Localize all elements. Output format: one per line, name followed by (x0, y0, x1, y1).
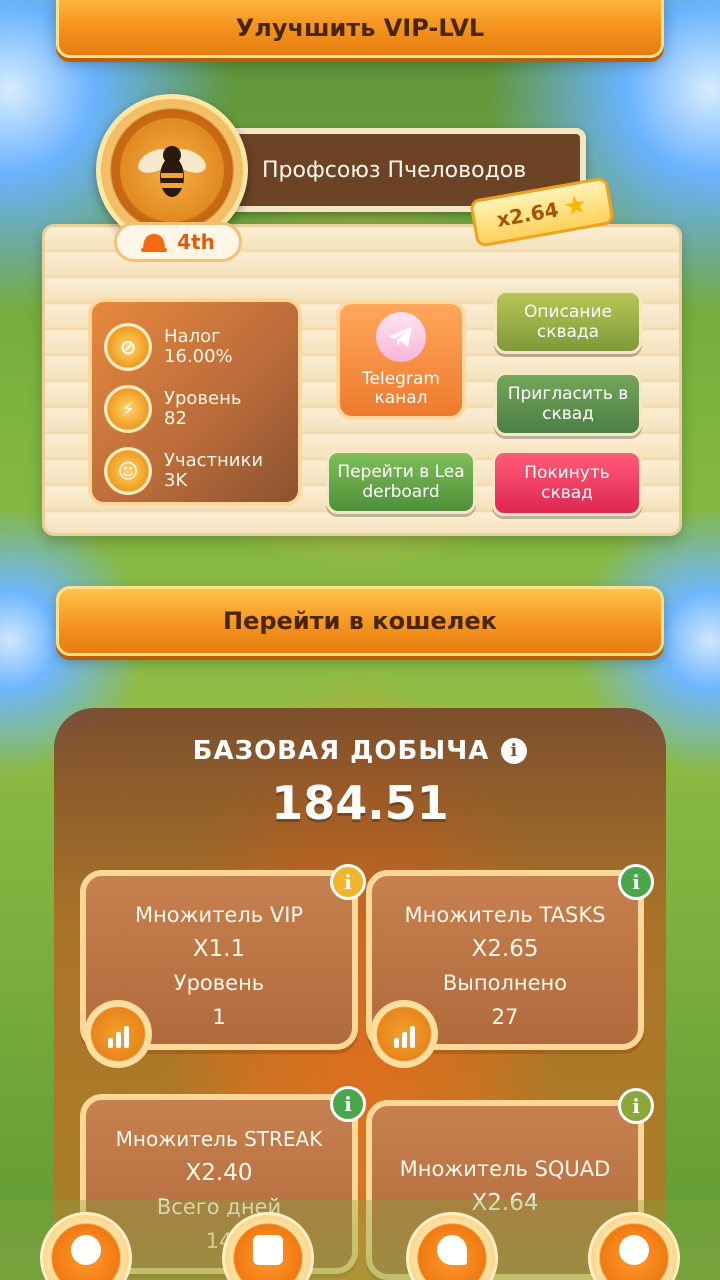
vip-level-label: Уровень (173, 971, 265, 995)
stat-tax: ⊘ Налог 16.00% (104, 316, 286, 378)
vip-multiplier-title: Множитель VIP (134, 903, 304, 927)
star-icon: ★ (561, 189, 590, 223)
go-to-wallet-label: Перейти в кошелек (223, 607, 497, 635)
leave-squad-button[interactable]: Покинуть сквад (492, 450, 642, 516)
bee-icon (120, 118, 224, 222)
telegram-channel-button[interactable]: Telegram канал (336, 300, 466, 420)
streak-multiplier-value: X2.40 (185, 1160, 253, 1186)
tasks-level-icon[interactable] (370, 1000, 438, 1068)
stat-level-label: Уровень (164, 388, 242, 409)
streak-info-icon[interactable]: i (330, 1086, 366, 1122)
squad-multiplier-title: Множитель SQUAD (399, 1157, 611, 1181)
vip-multiplier-value: X1.1 (192, 936, 246, 962)
go-to-wallet-button[interactable]: Перейти в кошелек (56, 586, 664, 656)
squad-description-button[interactable]: Описание сквада (494, 290, 642, 354)
tasks-info-icon[interactable]: i (618, 864, 654, 900)
profile-icon (619, 1235, 649, 1265)
members-icon: ☺ (104, 447, 152, 495)
rocket-icon (437, 1235, 467, 1265)
info-icon[interactable]: i (501, 738, 528, 764)
invite-to-squad-label: Пригласить в сквад (507, 384, 629, 424)
squad-stats: ⊘ Налог 16.00% ⚡ Уровень 82 ☺ Участники … (88, 298, 302, 506)
helmet-icon (141, 234, 168, 252)
base-mining-title: БАЗОВАЯ ДОБЫЧА (192, 736, 490, 766)
tasks-multiplier-title: Множитель TASKS (404, 903, 606, 927)
leave-squad-label: Покинуть сквад (524, 463, 610, 503)
stat-members-label: Участники (164, 450, 264, 471)
squad-name: Профсоюз Пчеловодов (262, 157, 527, 183)
stat-level-value: 82 (164, 408, 187, 429)
squad-icon (71, 1235, 101, 1265)
vip-level-icon[interactable] (84, 1000, 152, 1068)
stat-members: ☺ Участники 3K (104, 440, 286, 502)
stat-level: ⚡ Уровень 82 (104, 378, 286, 440)
stat-tax-value: 16.00% (164, 346, 233, 367)
leaderboard-button[interactable]: Перейти в Leaderboard (326, 450, 476, 514)
telegram-label-line2: канал (374, 388, 428, 408)
telegram-label-line1: Telegram (362, 369, 440, 389)
squad-multiplier-value: x2.64 (494, 197, 561, 232)
tax-icon: ⊘ (104, 323, 152, 371)
squad-rank: 4th (177, 230, 215, 254)
streak-multiplier-title: Множитель STREAK (115, 1127, 323, 1151)
base-mining-value: 184.51 (271, 776, 449, 830)
squad-description-label: Описание сквада (524, 302, 612, 342)
leaderboard-label: Перейти в Leaderboard (337, 462, 465, 502)
squad-info-icon[interactable]: i (618, 1088, 654, 1124)
base-mining-header: БАЗОВАЯ ДОБЫЧА i (0, 736, 720, 766)
vip-info-icon[interactable]: i (330, 864, 366, 900)
upgrade-vip-button[interactable]: Улучшить VIP-LVL (56, 0, 664, 58)
tasks-multiplier-value: X2.65 (471, 936, 539, 962)
stat-tax-label: Налог (164, 326, 221, 347)
squad-rank-badge: 4th (114, 222, 242, 262)
lightning-icon: ⚡ (104, 385, 152, 433)
upgrade-vip-label: Улучшить VIP-LVL (235, 14, 485, 42)
invite-to-squad-button[interactable]: Пригласить в сквад (494, 372, 642, 436)
stat-members-value: 3K (164, 470, 188, 491)
tasks-icon (253, 1235, 283, 1265)
telegram-icon (376, 312, 426, 362)
tasks-done-label: Выполнено (442, 971, 568, 995)
